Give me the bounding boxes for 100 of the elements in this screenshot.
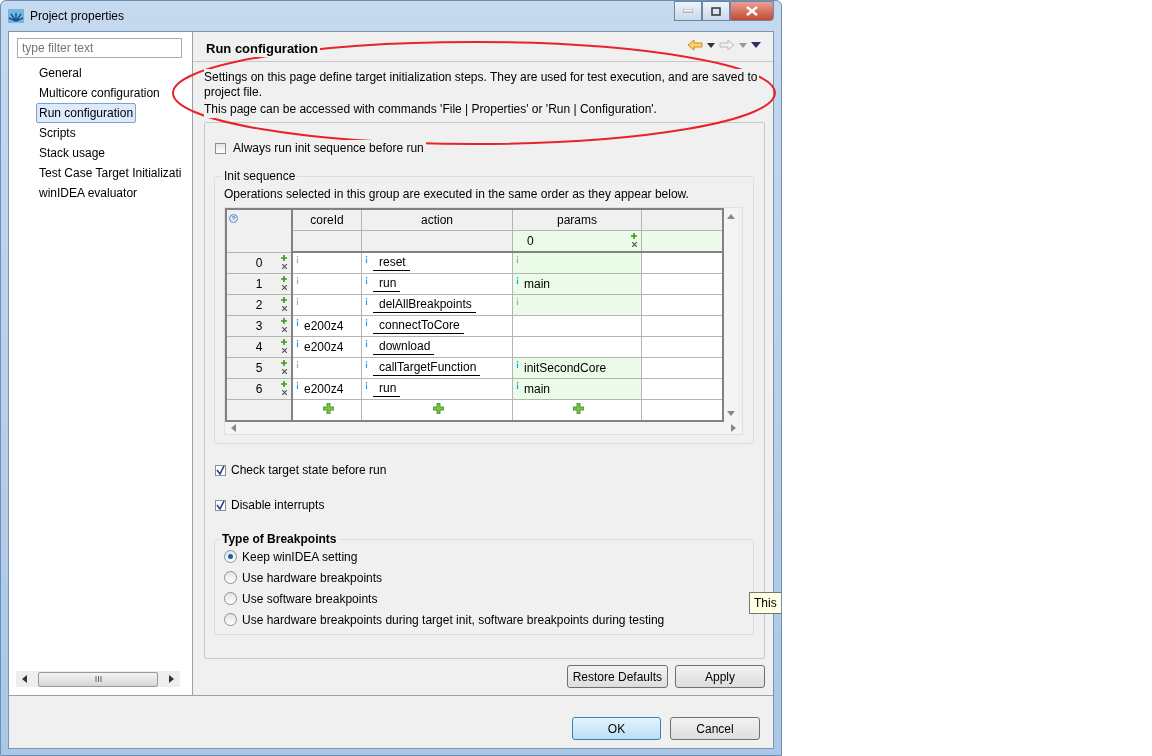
add-row-icon[interactable] xyxy=(323,403,334,414)
add-icon[interactable] xyxy=(281,297,287,303)
scroll-right-icon[interactable] xyxy=(168,675,174,683)
group-title: Type of Breakpoints xyxy=(221,532,338,546)
action-combo[interactable]: run xyxy=(373,276,401,292)
radio-label: Keep winIDEA setting xyxy=(242,549,358,564)
add-row-icon[interactable] xyxy=(573,403,584,414)
close-button[interactable] xyxy=(730,1,774,21)
add-icon[interactable] xyxy=(281,254,287,261)
info-icon[interactable] xyxy=(365,340,368,347)
row-header[interactable]: 3 xyxy=(226,315,292,337)
info-icon[interactable] xyxy=(365,382,368,389)
add-icon[interactable] xyxy=(281,339,287,345)
add-icon[interactable] xyxy=(631,233,637,239)
radio-button[interactable] xyxy=(224,571,237,584)
view-menu-icon[interactable] xyxy=(751,42,761,48)
radio-label: Use software breakpoints xyxy=(242,591,378,606)
row-header[interactable]: 2 xyxy=(226,294,292,316)
window-title: Project properties xyxy=(30,9,125,23)
column-header[interactable]: coreId xyxy=(292,209,362,231)
row-number: 3 xyxy=(255,319,263,333)
minimize-button[interactable] xyxy=(674,1,702,21)
radio-button[interactable] xyxy=(224,613,237,626)
delete-icon[interactable] xyxy=(281,285,287,290)
delete-icon[interactable] xyxy=(281,390,287,395)
sidebar-item[interactable]: Test Case Target Initializati xyxy=(36,163,185,183)
row-header[interactable]: 5 xyxy=(226,357,292,379)
info-icon[interactable] xyxy=(516,361,519,368)
action-combo[interactable]: run xyxy=(373,381,401,397)
row-header[interactable]: 1 xyxy=(226,273,292,295)
cancel-button[interactable]: Cancel xyxy=(670,717,760,740)
maximize-icon xyxy=(711,6,721,16)
sidebar-item[interactable]: Stack usage xyxy=(36,143,109,163)
row-number: 6 xyxy=(255,382,263,396)
info-icon[interactable] xyxy=(365,277,368,284)
info-icon[interactable] xyxy=(365,319,368,326)
info-icon[interactable] xyxy=(365,256,368,263)
radio-button[interactable] xyxy=(224,550,237,563)
sidebar-item[interactable]: Scripts xyxy=(36,123,79,143)
minimize-icon xyxy=(683,9,693,13)
info-icon[interactable] xyxy=(365,361,368,368)
maximize-button[interactable] xyxy=(702,1,730,21)
add-icon[interactable] xyxy=(281,381,287,387)
delete-icon[interactable] xyxy=(281,263,287,269)
info-icon[interactable] xyxy=(516,382,519,389)
info-icon[interactable] xyxy=(516,277,519,284)
info-icon[interactable] xyxy=(516,256,519,263)
group-title: Init sequence xyxy=(223,169,297,183)
horizontal-scrollbar[interactable] xyxy=(16,671,180,687)
ok-button[interactable]: OK xyxy=(572,717,661,740)
sidebar-item[interactable]: General xyxy=(36,63,85,83)
info-icon[interactable] xyxy=(296,298,299,305)
row-header[interactable]: 0 xyxy=(226,252,292,274)
help-icon[interactable] xyxy=(229,214,238,223)
sidebar-item[interactable]: Run configuration xyxy=(36,103,137,123)
info-icon[interactable] xyxy=(296,361,299,368)
tooltip: This xyxy=(749,592,781,614)
info-icon[interactable] xyxy=(296,256,299,263)
radio-button[interactable] xyxy=(224,592,237,605)
scroll-left-icon[interactable] xyxy=(22,675,28,683)
delete-icon[interactable] xyxy=(281,306,287,311)
column-header[interactable]: action xyxy=(361,209,513,231)
table-cell: main xyxy=(524,277,550,291)
delete-icon[interactable] xyxy=(281,348,287,353)
info-icon[interactable] xyxy=(516,298,519,305)
info-icon[interactable] xyxy=(296,382,299,389)
scroll-down-icon[interactable] xyxy=(727,411,735,416)
add-icon[interactable] xyxy=(281,318,287,324)
row-number: 5 xyxy=(255,361,263,375)
column-header[interactable]: params xyxy=(512,209,642,231)
restore-defaults-button[interactable]: Restore Defaults xyxy=(566,665,668,688)
checkbox[interactable] xyxy=(215,499,226,511)
add-row-icon[interactable] xyxy=(433,403,444,414)
grip-icon xyxy=(94,676,102,682)
sidebar-item[interactable]: Multicore configuration xyxy=(36,83,163,103)
group-note: Operations selected in this group are executed in the same order as they appear below. xyxy=(224,187,690,201)
action-combo[interactable]: reset xyxy=(373,255,410,271)
row-number: 0 xyxy=(255,255,263,270)
delete-icon[interactable] xyxy=(281,327,287,332)
info-icon[interactable] xyxy=(296,340,299,347)
vertical-scrollbar[interactable] xyxy=(724,208,738,422)
delete-icon[interactable] xyxy=(281,369,287,374)
table-cell: initSecondCore xyxy=(524,361,607,375)
checkbox[interactable] xyxy=(215,464,226,476)
info-icon[interactable] xyxy=(296,277,299,284)
scroll-up-icon[interactable] xyxy=(727,214,735,219)
filter-field[interactable]: type filter text xyxy=(17,38,182,58)
add-icon[interactable] xyxy=(281,360,287,366)
caret-icon[interactable] xyxy=(707,42,715,48)
row-number: 4 xyxy=(255,340,263,354)
checkbox-label: Always run init sequence before run xyxy=(231,140,426,156)
checkbox[interactable] xyxy=(215,142,226,154)
row-header[interactable]: 4 xyxy=(226,336,292,358)
add-icon[interactable] xyxy=(281,276,287,282)
info-icon[interactable] xyxy=(296,319,299,326)
sidebar-item[interactable]: winIDEA evaluator xyxy=(36,183,141,203)
delete-icon[interactable] xyxy=(631,242,637,247)
row-header[interactable]: 6 xyxy=(226,378,292,400)
info-icon[interactable] xyxy=(365,298,368,305)
apply-button[interactable]: Apply xyxy=(675,665,765,688)
